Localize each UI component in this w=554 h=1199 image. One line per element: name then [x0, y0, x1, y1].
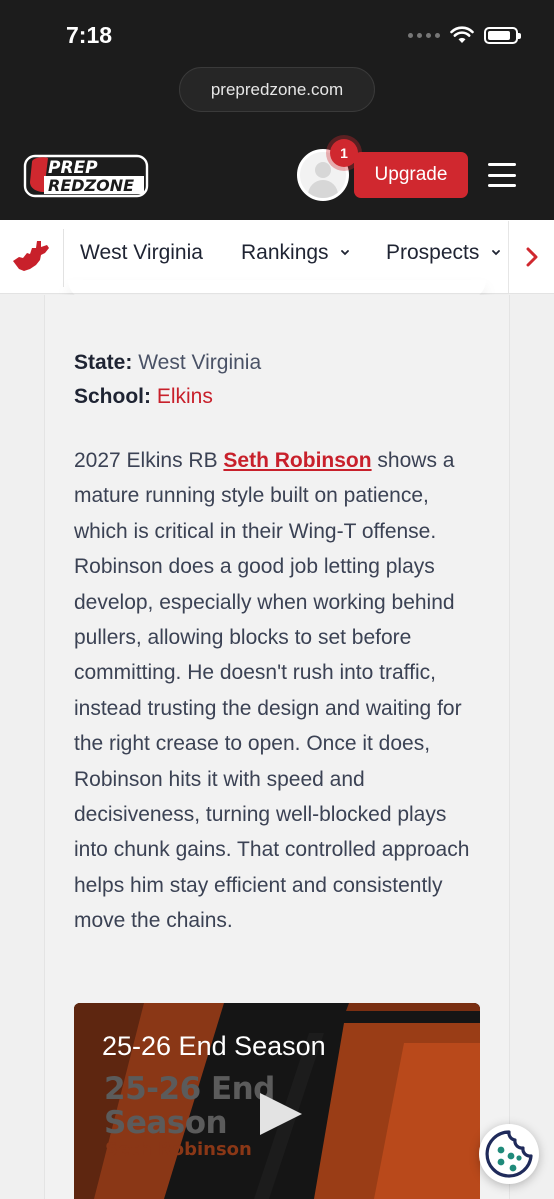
chevron-down-icon — [492, 250, 501, 256]
article-body: 2027 Elkins RB Seth Robinson shows a mat… — [74, 443, 486, 939]
subnav-divider — [63, 229, 64, 287]
subnav-item-rankings-label: Rankings — [241, 241, 329, 264]
logo-text-bottom: REDZONE — [48, 176, 134, 195]
state-label: State: — [74, 351, 133, 374]
subnav-item-prospects[interactable]: Prospects — [386, 241, 502, 265]
subnav-item-rankings[interactable]: Rankings — [241, 241, 351, 265]
cookie-icon — [485, 1130, 533, 1178]
chevron-right-icon — [526, 247, 537, 267]
status-time: 7:18 — [66, 22, 113, 48]
thumbnail-player-name: Seth Robinson — [105, 1139, 252, 1160]
west-virginia-map-icon[interactable] — [10, 236, 52, 276]
play-icon[interactable] — [260, 1093, 302, 1135]
signal-dots-icon — [408, 32, 440, 38]
wifi-icon — [450, 26, 474, 43]
player-link[interactable]: Seth Robinson — [223, 449, 371, 472]
hamburger-menu-icon[interactable] — [488, 163, 516, 187]
url-bar[interactable]: prepredzone.com — [179, 67, 375, 112]
video-title: 25-26 End Season — [102, 1031, 326, 1061]
thumbnail-title-line1: 25-26 End — [104, 1071, 275, 1107]
status-icons — [408, 26, 521, 44]
article-text: shows a mature running style built on pa… — [74, 449, 470, 933]
battery-icon — [484, 26, 521, 44]
school-link[interactable]: Elkins — [157, 385, 213, 408]
subnav-item-west-virginia[interactable]: West Virginia — [80, 241, 203, 265]
prep-redzone-logo[interactable]: PREP REDZONE — [22, 152, 150, 198]
subnav-next-button[interactable] — [508, 221, 554, 293]
school-row: School: Elkins — [74, 385, 213, 409]
state-value: West Virginia — [138, 351, 262, 374]
chevron-down-icon — [341, 250, 350, 256]
upgrade-button[interactable]: Upgrade — [354, 152, 468, 198]
school-label: School: — [74, 385, 151, 408]
logo-text-top: PREP — [48, 158, 98, 178]
video-player[interactable]: 25-26 End Season 25-26 End Season Seth R… — [74, 1003, 480, 1199]
thumbnail-title-line2: Season — [104, 1105, 228, 1141]
article-lead: 2027 Elkins RB — [74, 449, 224, 472]
subnav-item-prospects-label: Prospects — [386, 241, 480, 264]
state-row: State: West Virginia — [74, 351, 261, 375]
cookie-settings-button[interactable] — [479, 1124, 539, 1184]
